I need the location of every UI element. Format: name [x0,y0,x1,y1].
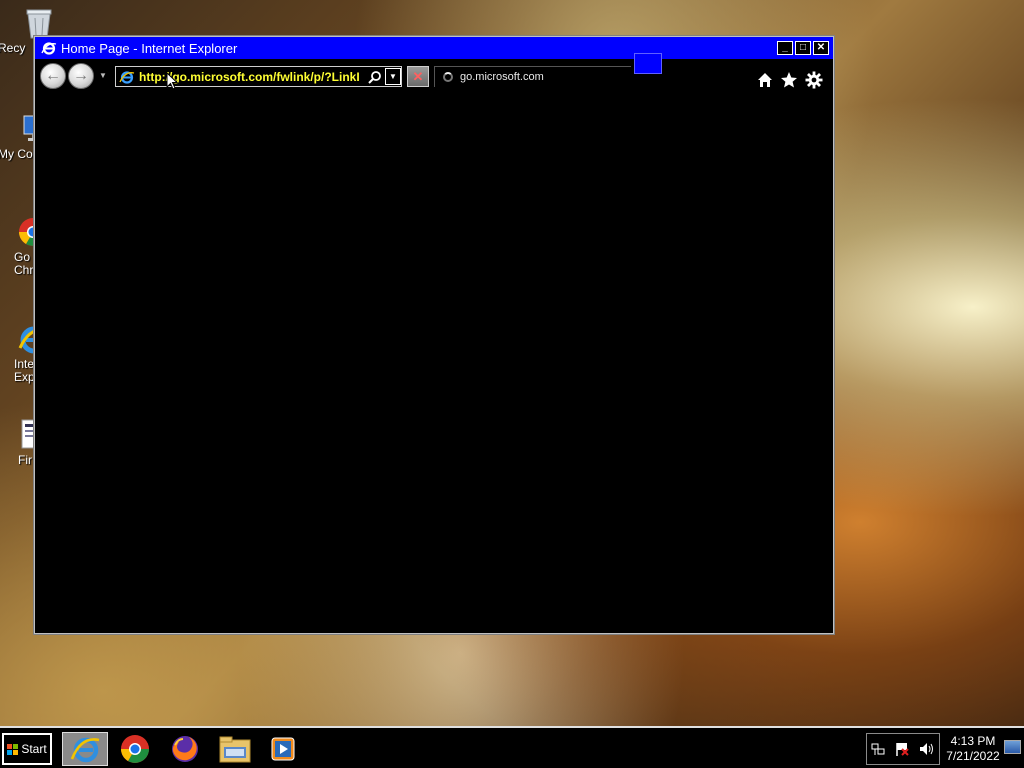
address-dropdown-button[interactable]: ▼ [385,68,401,85]
internet-explorer-icon [70,737,100,763]
taskbar: Start 4:13 PM 7/21/2022 [0,726,1024,768]
title-bar[interactable]: Home Page - Internet Explorer _ □ ✕ [35,37,833,59]
minimize-button[interactable]: _ [777,41,793,55]
page-icon [119,70,135,84]
taskbar-media-player[interactable] [260,732,306,766]
tab-go-microsoft[interactable]: go.microsoft.com [434,66,631,87]
taskbar-clock[interactable]: 4:13 PM 7/21/2022 [944,734,1002,764]
windows-logo-icon [7,743,19,755]
clock-time: 4:13 PM [950,734,996,748]
stop-icon: ✕ [412,69,424,84]
search-icon[interactable] [367,69,383,85]
taskbar-firefox[interactable] [162,732,208,766]
recycle-bin-icon [26,9,52,39]
system-tray [866,733,940,765]
tab-title: go.microsoft.com [460,71,544,83]
back-icon: ← [45,67,61,84]
address-bar[interactable]: ▼ [115,66,402,87]
action-center-flag-icon[interactable] [894,741,910,757]
home-button[interactable] [756,71,774,89]
volume-icon[interactable] [919,742,935,756]
clock-date: 7/21/2022 [946,749,1000,763]
start-button[interactable]: Start [2,733,52,765]
gear-icon [805,71,823,89]
folder-icon [219,736,251,763]
show-desktop-button[interactable] [1004,740,1021,754]
chrome-icon [121,735,149,763]
navigation-toolbar: ← → ▼ ▼ ✕ go.microsoft.com [35,53,833,93]
taskbar-internet-explorer[interactable] [62,732,108,766]
forward-button[interactable]: → [68,63,94,89]
window-title: Home Page - Internet Explorer [61,40,238,56]
stop-button[interactable]: ✕ [407,66,429,87]
page-content-area[interactable] [35,93,833,633]
loading-spinner-icon [443,72,453,82]
network-icon[interactable] [871,742,885,756]
maximize-button[interactable]: □ [795,41,811,55]
taskbar-file-explorer[interactable] [212,732,258,766]
new-tab-button[interactable] [634,53,662,74]
media-player-icon [271,737,295,761]
taskbar-chrome[interactable] [112,732,158,766]
internet-explorer-icon [41,42,57,55]
mouse-cursor-icon [166,72,178,90]
home-icon [758,73,772,87]
back-button[interactable]: ← [40,63,66,89]
close-button[interactable]: ✕ [813,41,829,55]
start-label: Start [21,742,47,756]
forward-icon: → [73,67,89,84]
favorites-button[interactable] [780,71,798,89]
firefox-icon [172,736,198,762]
settings-button[interactable] [805,71,823,89]
recent-pages-dropdown-icon[interactable]: ▼ [99,71,107,80]
internet-explorer-window: Home Page - Internet Explorer _ □ ✕ ← → … [33,35,835,635]
favorites-star-icon [781,72,797,88]
